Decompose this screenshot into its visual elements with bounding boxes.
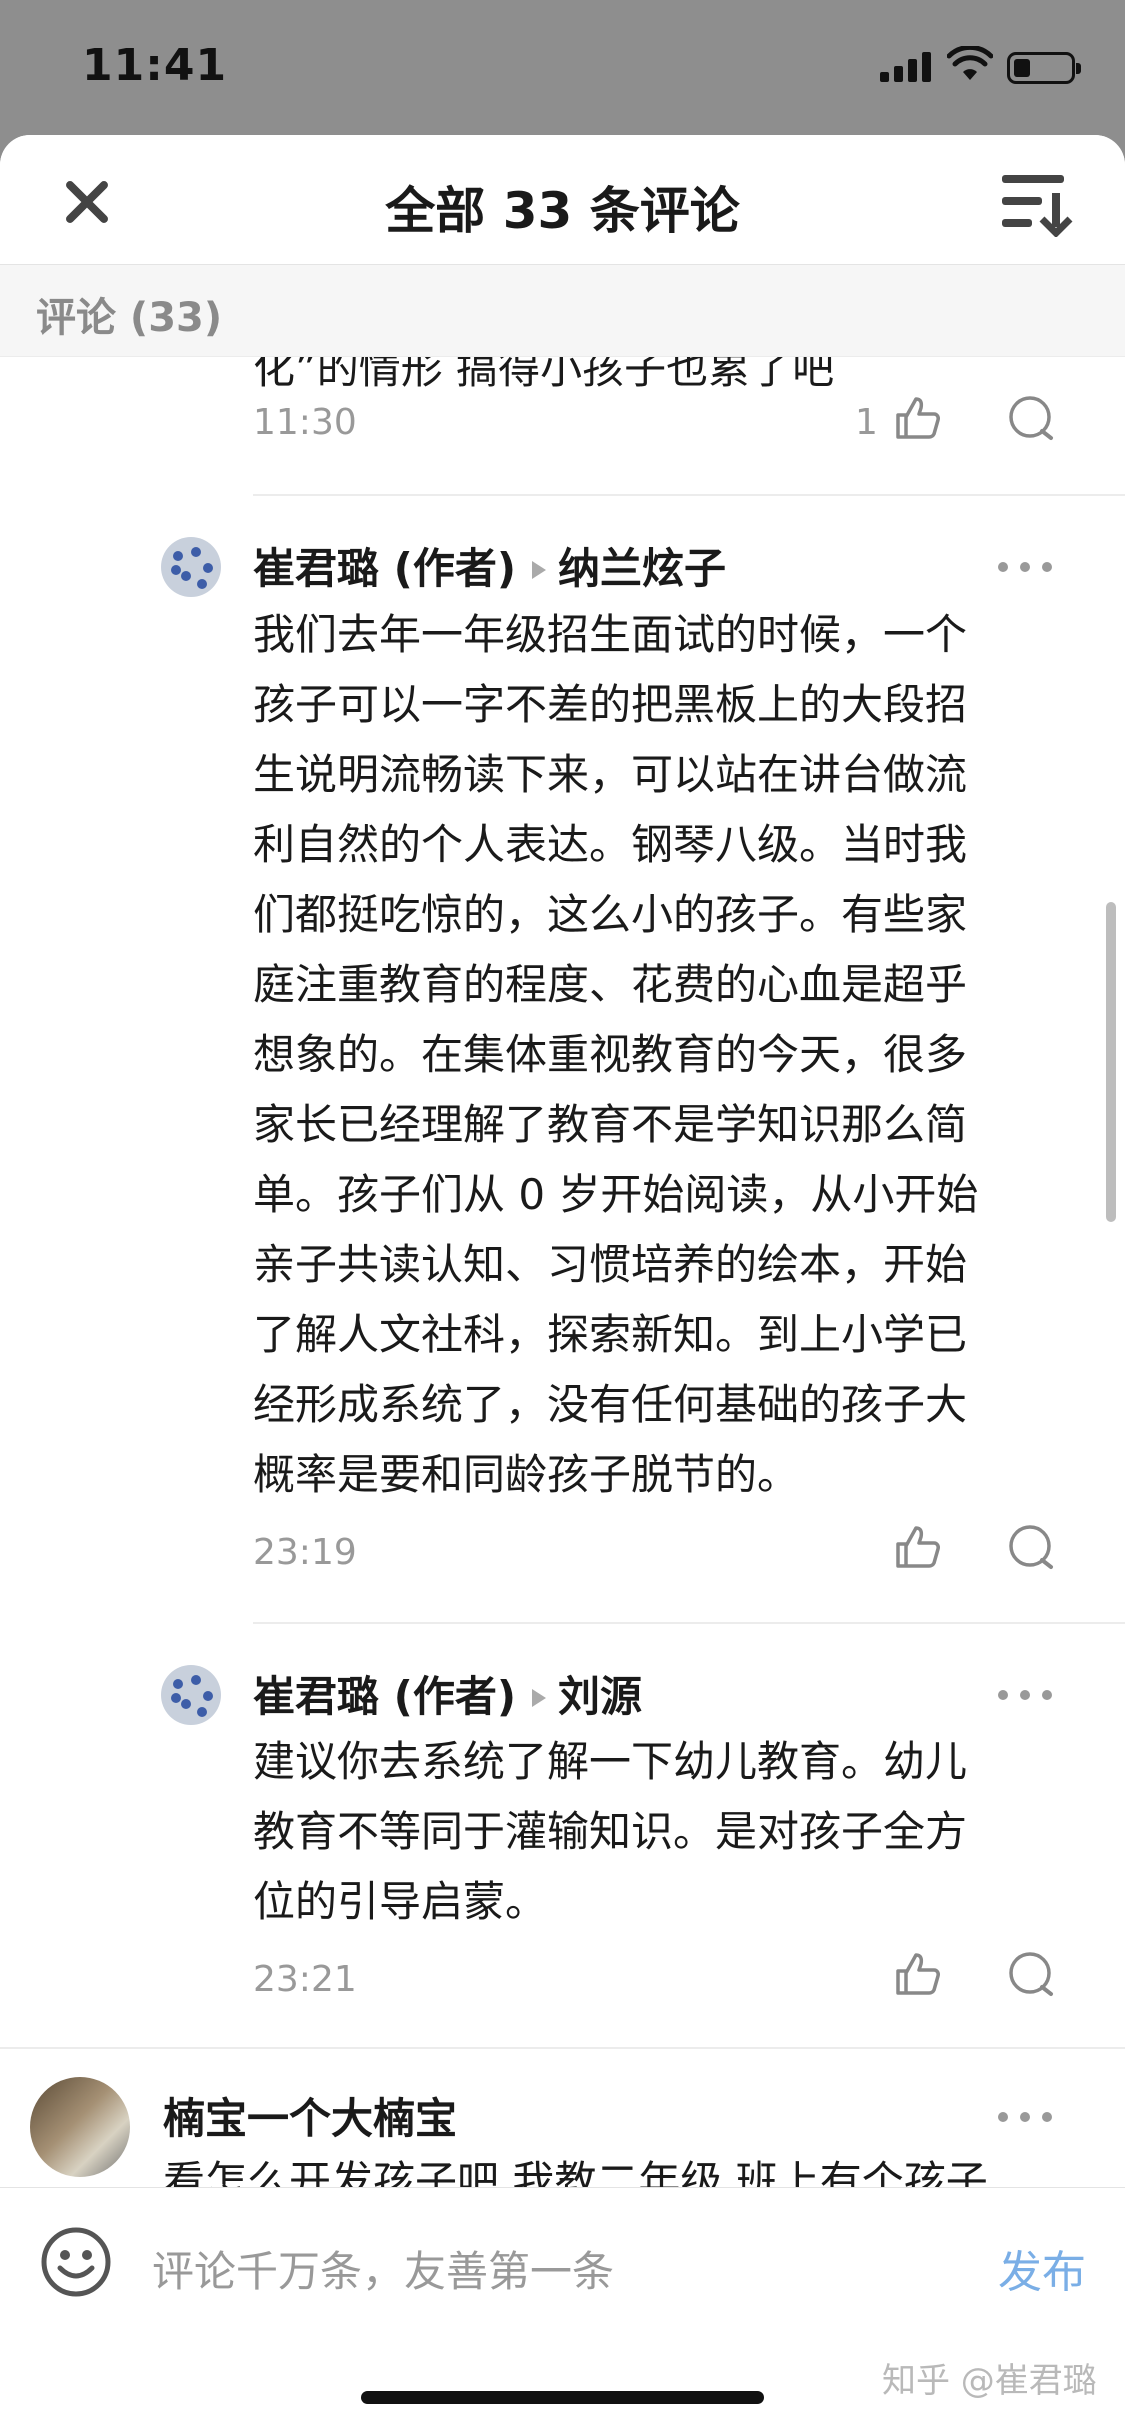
reply-to-name[interactable]: 刘源 [558, 1672, 642, 1721]
sort-icon[interactable] [1000, 167, 1075, 237]
reply-author-line: 崔君璐 (作者) 纳兰炫子 [253, 535, 726, 596]
scrollbar[interactable] [1106, 902, 1116, 1222]
reply-text: 建议你去系统了解一下幼儿教育。幼儿 教育不等同于灌输知识。是对孩子全方 位的引导启蒙… [253, 1737, 968, 1926]
home-indicator[interactable] [361, 2391, 764, 2404]
author-name[interactable]: 崔君璐 (作者) [253, 544, 516, 593]
battery-icon [1007, 52, 1081, 84]
author-name[interactable]: 楠宝一个大楠宝 [163, 2085, 457, 2146]
page-title: 全部 33 条评论 [385, 182, 740, 240]
comment-time: 23:19 [253, 1532, 357, 1573]
wifi-icon [947, 46, 993, 80]
comment-bubble-icon[interactable] [1006, 393, 1056, 443]
reply-author-line: 崔君璐 (作者) 刘源 [253, 1663, 642, 1724]
divider [253, 494, 1125, 496]
sheet-header: 全部 33 条评论 [0, 135, 1125, 265]
comment-bubble-icon[interactable] [1006, 1949, 1056, 1999]
thumbs-up-icon[interactable] [892, 1949, 942, 1999]
divider [253, 1622, 1125, 1624]
avatar[interactable] [161, 537, 221, 597]
comments-sheet: 全部 33 条评论 评论 (33) 化”的情形 搞得小孩子也累了吧 11:30 … [0, 135, 1125, 2436]
emoji-icon[interactable] [40, 2226, 112, 2298]
partial-comment-text: 化”的情形 搞得小孩子也累了吧 [253, 357, 835, 393]
reply-to-name[interactable]: 纳兰炫子 [558, 544, 726, 593]
comment-bubble-icon[interactable] [1006, 1522, 1056, 1572]
status-bar: 11:41 [0, 0, 1125, 135]
reply-arrow-icon [532, 560, 547, 579]
thumbs-up-icon[interactable] [892, 393, 942, 443]
cellular-signal-icon [880, 52, 932, 82]
reply-text: 我们去年一年级招生面试的时候，一个 孩子可以一字不差的把黑板上的大段招 生说明流畅读… [253, 610, 979, 1499]
comment-list[interactable]: 化”的情形 搞得小孩子也累了吧 11:30 1 崔君璐 (作者) 纳兰炫子 我们去… [0, 357, 1125, 2187]
avatar[interactable] [30, 2077, 130, 2177]
more-options-icon[interactable] [998, 2110, 1054, 2124]
comments-count-bar: 评论 (33) [0, 265, 1125, 357]
divider [0, 2047, 1125, 2049]
status-time: 11:41 [82, 40, 228, 91]
like-count: 1 [855, 402, 878, 443]
watermark: 知乎 @崔君璐 [882, 2361, 1097, 2401]
comment-time: 11:30 [253, 402, 357, 443]
more-options-icon[interactable] [998, 1688, 1054, 1702]
avatar[interactable] [161, 1665, 221, 1725]
comment-input[interactable]: 评论千万条，友善第一条 [152, 2238, 614, 2299]
comment-text: 看怎么开发孩子吧 我教二年级 班上有个孩子 [163, 2157, 988, 2187]
reply-arrow-icon [532, 1688, 547, 1707]
author-name[interactable]: 崔君璐 (作者) [253, 1672, 516, 1721]
comments-count-label: 评论 (33) [36, 295, 223, 341]
thumbs-up-icon[interactable] [892, 1522, 942, 1572]
more-options-icon[interactable] [998, 560, 1054, 574]
publish-button[interactable]: 发布 [998, 2236, 1086, 2300]
comment-time: 23:21 [253, 1959, 357, 2000]
